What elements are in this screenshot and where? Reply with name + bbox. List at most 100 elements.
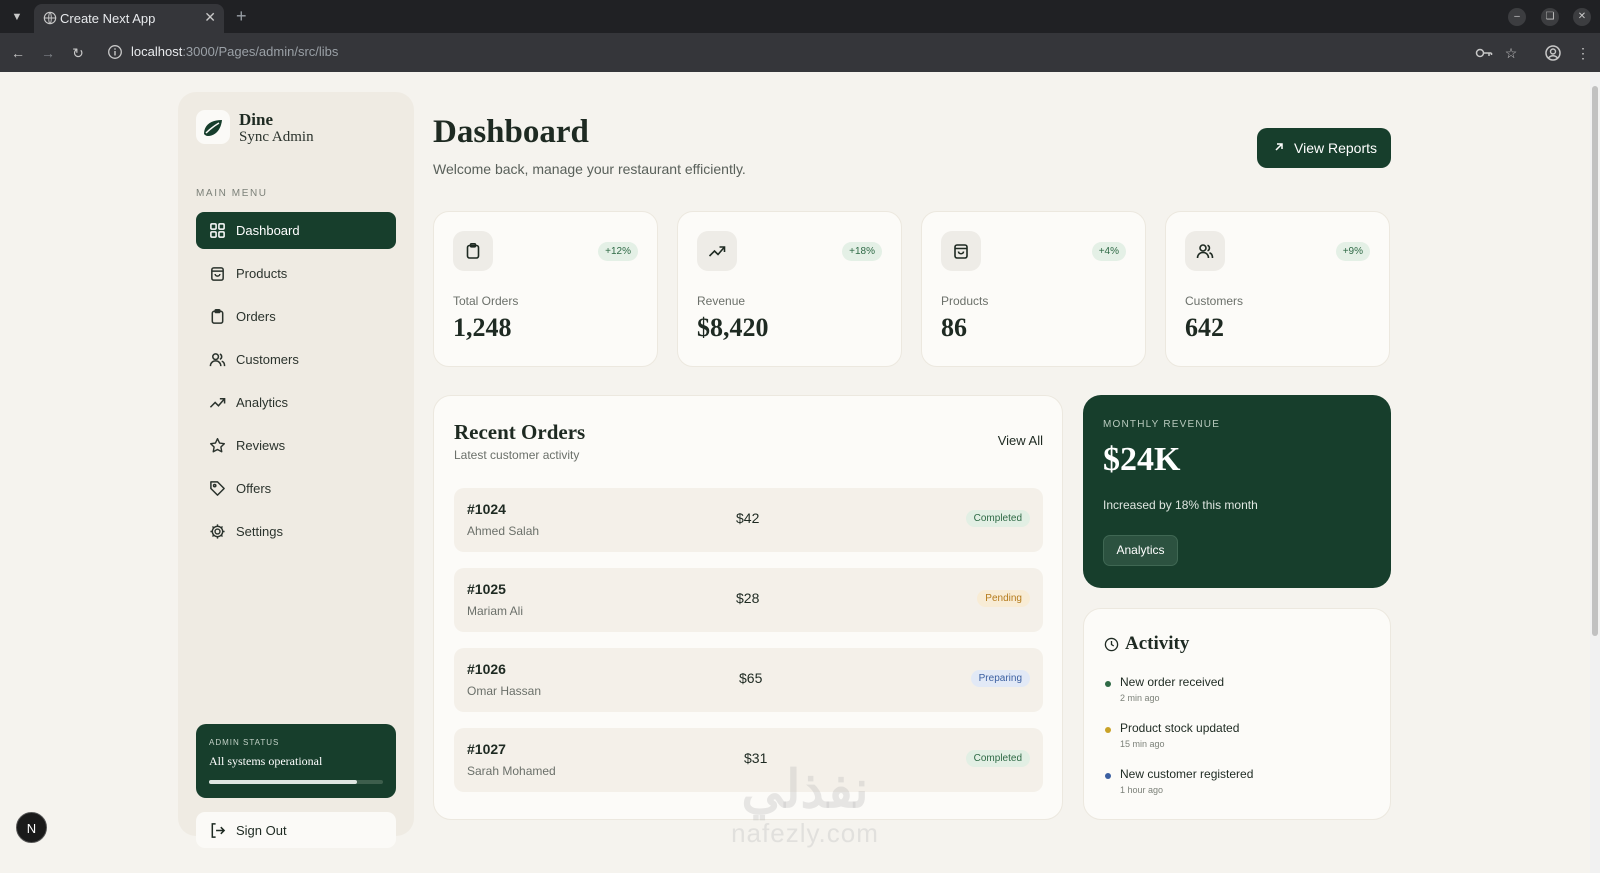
sidebar-item-products[interactable]: Products xyxy=(196,255,396,292)
sidebar-item-offers[interactable]: Offers xyxy=(196,470,396,507)
stat-label: Customers xyxy=(1185,294,1244,308)
minimize-icon[interactable]: – xyxy=(1508,8,1526,26)
status-title: ADMIN STATUS xyxy=(209,738,280,747)
clipboard-icon xyxy=(466,242,480,259)
tab-title: Create Next App xyxy=(60,11,156,26)
shopping-bag-icon xyxy=(211,267,224,281)
sign-out-button[interactable]: Sign Out xyxy=(196,812,396,848)
nextjs-dev-badge[interactable]: N xyxy=(16,812,47,843)
url-path: :3000/Pages/admin/src/libs xyxy=(182,44,339,59)
sidebar-item-orders[interactable]: Orders xyxy=(196,298,396,335)
sidebar-item-label: Analytics xyxy=(236,395,289,410)
bookmark-star-icon[interactable]: ☆ xyxy=(1501,43,1521,63)
page-subtitle: Welcome back, manage your restaurant eff… xyxy=(433,161,746,177)
arrow-up-right-icon xyxy=(1275,143,1283,151)
order-id: #1025 xyxy=(467,581,506,597)
stat-icon-box xyxy=(697,231,737,271)
new-tab-icon[interactable]: + xyxy=(236,6,247,27)
leaf-icon xyxy=(204,120,222,136)
stat-value: 642 xyxy=(1185,313,1224,342)
monthly-revenue-card: MONTHLY REVENUE $24K Increased by 18% th… xyxy=(1083,395,1391,588)
scrollbar-thumb[interactable] xyxy=(1592,86,1598,636)
activity-item: New customer registered 1 hour ago xyxy=(1104,767,1364,803)
stat-icon-box xyxy=(1185,231,1225,271)
order-customer: Sarah Mohamed xyxy=(467,764,556,778)
activity-dot xyxy=(1105,773,1111,779)
page-scrollbar[interactable] xyxy=(1590,72,1600,873)
star-icon xyxy=(209,437,226,453)
stat-value: $8,420 xyxy=(697,313,769,342)
url-host: localhost xyxy=(131,44,183,59)
status-progress-fill xyxy=(209,780,357,784)
stat-change-badge: +4% xyxy=(1091,242,1126,261)
stat-icon-box xyxy=(941,231,981,271)
forward-icon[interactable]: → xyxy=(38,43,58,63)
status-progress-bar xyxy=(209,780,383,784)
view-all-link[interactable]: View All xyxy=(998,433,1043,448)
order-amount: $28 xyxy=(736,590,760,606)
sidebar-item-analytics[interactable]: Analytics xyxy=(196,384,396,421)
stat-change-badge: +18% xyxy=(842,242,882,261)
stat-label: Total Orders xyxy=(453,294,519,308)
grid-icon xyxy=(210,223,225,238)
activity-dot xyxy=(1105,681,1111,687)
monthly-revenue-note: Increased by 18% this month xyxy=(1103,498,1258,512)
sign-out-label: Sign Out xyxy=(236,823,287,838)
users-icon xyxy=(209,353,226,367)
recent-orders-panel: Recent Orders Latest customer activity V… xyxy=(433,395,1063,820)
browser-tab[interactable]: Create Next App ✕ xyxy=(34,4,224,33)
sidebar-item-customers[interactable]: Customers xyxy=(196,341,396,378)
activity-text: New order received xyxy=(1120,675,1225,689)
stat-change-badge: +12% xyxy=(598,242,638,261)
activity-text: New customer registered xyxy=(1120,767,1254,781)
order-row[interactable]: #1025 Mariam Ali $28 Pending xyxy=(454,568,1043,632)
tab-search-chevron-icon[interactable]: ▼ xyxy=(8,8,26,26)
sidebar-item-reviews[interactable]: Reviews xyxy=(196,427,396,464)
address-bar[interactable]: localhost:3000/Pages/admin/src/libs xyxy=(131,44,338,59)
status-badge: Completed xyxy=(965,750,1030,767)
sidebar-item-label: Products xyxy=(236,266,288,281)
activity-text: Product stock updated xyxy=(1120,721,1240,735)
reload-icon[interactable]: ↻ xyxy=(68,43,88,63)
status-text: All systems operational xyxy=(209,754,323,768)
page-title: Dashboard xyxy=(433,114,589,150)
sidebar-item-label: Customers xyxy=(236,352,299,367)
users-icon xyxy=(1196,244,1214,259)
recent-orders-subtitle: Latest customer activity xyxy=(454,448,580,462)
stat-card-products: +4% Products 86 xyxy=(921,211,1146,367)
order-id: #1024 xyxy=(467,501,506,517)
trending-up-icon xyxy=(708,246,726,257)
profile-icon[interactable] xyxy=(1543,43,1563,63)
brand-name: Dine xyxy=(239,110,273,129)
sidebar-item-label: Reviews xyxy=(236,438,286,453)
recent-orders-title: Recent Orders xyxy=(454,420,586,444)
stat-label: Revenue xyxy=(697,294,746,308)
site-info-icon[interactable] xyxy=(107,44,123,60)
stat-value: 86 xyxy=(941,313,967,342)
analytics-button[interactable]: Analytics xyxy=(1103,535,1178,566)
more-menu-icon[interactable]: ⋮ xyxy=(1573,43,1593,63)
order-row[interactable]: #1026 Omar Hassan $65 Preparing xyxy=(454,648,1043,712)
close-window-icon[interactable]: ✕ xyxy=(1573,8,1591,26)
back-icon[interactable]: ← xyxy=(8,43,28,63)
view-reports-label: View Reports xyxy=(1294,140,1378,156)
status-badge: Preparing xyxy=(970,670,1030,687)
activity-time: 2 min ago xyxy=(1120,693,1160,703)
sidebar-item-label: Settings xyxy=(236,524,283,539)
order-row[interactable]: #1024 Ahmed Salah $42 Completed xyxy=(454,488,1043,552)
key-icon[interactable] xyxy=(1474,43,1494,63)
sidebar: Dine Sync Admin MAIN MENU Dashboard Prod… xyxy=(178,92,414,848)
tab-close-icon[interactable]: ✕ xyxy=(204,9,216,26)
clock-icon xyxy=(1104,637,1119,652)
activity-time: 1 hour ago xyxy=(1120,785,1164,795)
sidebar-item-settings[interactable]: Settings xyxy=(196,513,396,550)
status-badge: Completed xyxy=(965,510,1030,527)
monthly-revenue-value: $24K xyxy=(1103,441,1181,478)
sidebar-item-dashboard[interactable]: Dashboard xyxy=(196,212,396,249)
trending-up-icon xyxy=(209,397,226,408)
order-id: #1026 xyxy=(467,661,506,677)
restore-icon[interactable]: ❏ xyxy=(1541,8,1559,26)
stat-card-total-orders: +12% Total Orders 1,248 xyxy=(433,211,658,367)
stat-label: Products xyxy=(941,294,989,308)
view-reports-button[interactable]: View Reports xyxy=(1257,128,1391,168)
